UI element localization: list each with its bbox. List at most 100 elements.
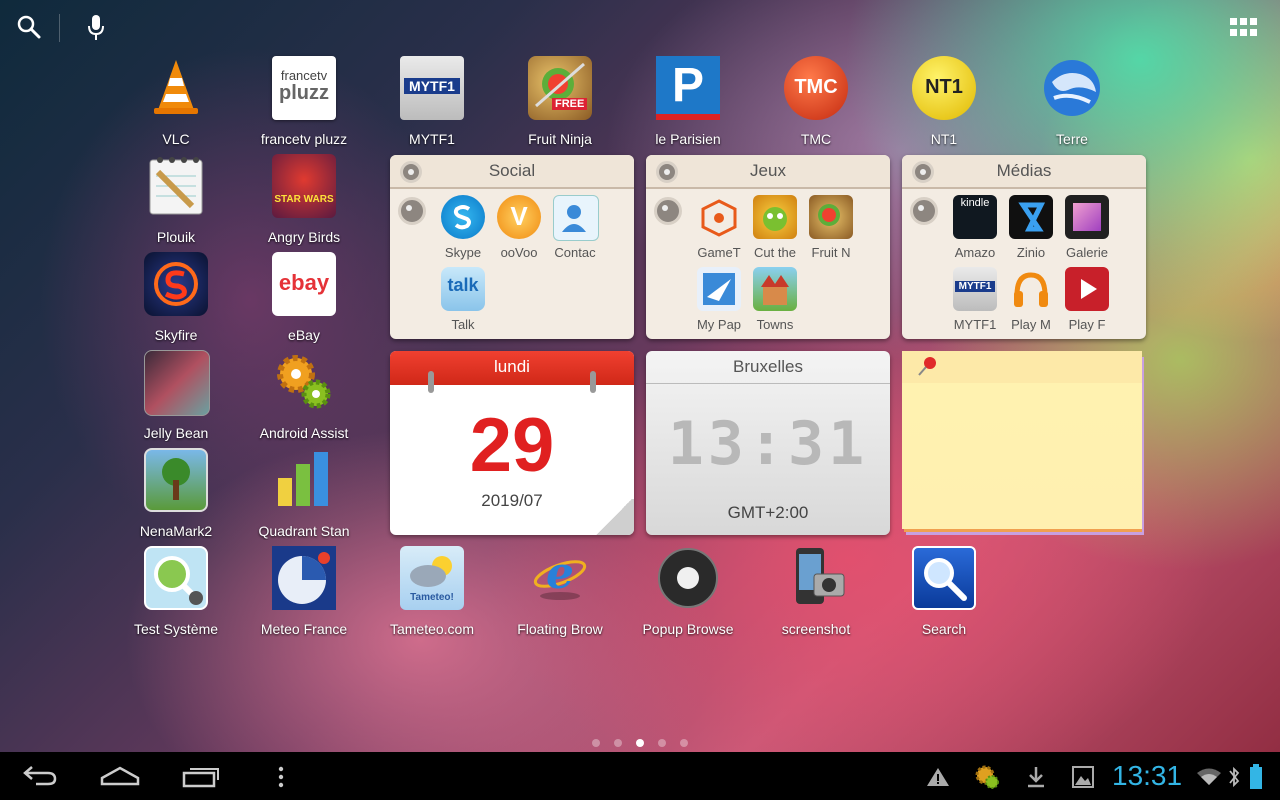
app-nenamark2[interactable]: NenaMark2 [112, 448, 240, 544]
folder-app-cut-the-rope[interactable]: Cut the [745, 195, 805, 265]
folder-app-label: Talk [451, 317, 475, 332]
folder-app-fruit-ninja[interactable]: Fruit N [801, 195, 861, 265]
angry-birds-star-wars-icon: STAR WARS [272, 154, 336, 218]
folder-social[interactable]: Social Skype V ooVoo Contac talk Talk [390, 155, 634, 339]
app-test-systeme[interactable]: Test Système [112, 546, 240, 642]
app-label: MYTF1 [409, 131, 455, 147]
icon-text: MYTF1 [955, 281, 995, 292]
folder-app-oovoo[interactable]: V ooVoo [489, 195, 549, 265]
page-indicator-dot[interactable] [614, 739, 622, 747]
app-label: Angry Birds [267, 229, 341, 245]
pin-icon [400, 161, 422, 183]
icon-text: V [510, 201, 528, 231]
nenamark-tree-icon [144, 448, 208, 512]
app-grid-icon[interactable] [1230, 18, 1258, 42]
app-nt1[interactable]: NT1 NT1 [880, 56, 1008, 152]
folder-app-towns[interactable]: Towns [745, 267, 805, 337]
calendar-date: 29 [469, 403, 555, 488]
app-label: Test Système [133, 621, 219, 637]
calendar-widget[interactable]: lundi 29 2019/07 [390, 351, 634, 535]
folder-app-label: Towns [756, 317, 794, 332]
app-fruit-ninja[interactable]: FREE Fruit Ninja [496, 56, 624, 152]
back-icon[interactable] [22, 764, 58, 790]
bar-chart-icon [272, 448, 336, 512]
image-icon[interactable] [1072, 766, 1094, 792]
clock-time: 13:31 [667, 409, 869, 479]
page-indicator-dot[interactable] [658, 739, 666, 747]
app-label: Tameteo.com [389, 621, 475, 637]
download-icon[interactable] [1026, 766, 1046, 792]
folder-app-label: Amazo [954, 245, 996, 260]
binder-ring-icon [590, 371, 596, 393]
pin-icon [398, 197, 426, 225]
icon-text: NT1 [925, 76, 963, 98]
folder-app-play-music[interactable]: Play M [1001, 267, 1061, 337]
icon-text: Tameteo! [410, 592, 454, 603]
pin-icon [910, 197, 938, 225]
icon-text: francetv [280, 68, 328, 83]
app-tmc[interactable]: TMC TMC [752, 56, 880, 152]
contacts-icon [553, 195, 599, 241]
folder-app-play-films[interactable]: Play F [1057, 267, 1117, 337]
app-jelly-bean[interactable]: Jelly Bean [112, 350, 240, 446]
app-plouik[interactable]: Plouik [112, 154, 240, 250]
icon-text: pluzz [279, 82, 329, 104]
battery-icon [1249, 764, 1263, 794]
menu-overflow-icon[interactable] [277, 766, 285, 792]
sticky-note-widget[interactable] [902, 351, 1146, 535]
folder-app-label: Skype [444, 245, 482, 260]
app-screenshot[interactable]: screenshot [752, 546, 880, 642]
folder-app-contacts[interactable]: Contac [545, 195, 605, 265]
app-floating-browser[interactable]: e Floating Brow [496, 546, 624, 642]
warning-icon[interactable] [926, 766, 950, 792]
app-popup-browser[interactable]: Popup Browse [624, 546, 752, 642]
folder-app-mytf1[interactable]: MYTF1 MYTF1 [945, 267, 1005, 337]
folder-app-label: MYTF1 [953, 317, 997, 332]
search-icon[interactable] [16, 14, 42, 44]
app-mytf1[interactable]: MYTF1 MYTF1 [368, 56, 496, 152]
app-label: Floating Brow [517, 621, 603, 637]
folder-app-talk[interactable]: talk Talk [433, 267, 493, 337]
app-label: Popup Browse [642, 621, 734, 637]
tmc-icon: TMC [784, 56, 848, 120]
app-francetv-pluzz[interactable]: francetv pluzz francetv pluzz [240, 56, 368, 152]
folder-app-zinio[interactable]: Zinio [1001, 195, 1061, 265]
folder-app-my-paper-plane[interactable]: My Pap [689, 267, 749, 337]
app-skyfire[interactable]: Skyfire [112, 252, 240, 348]
page-indicator-dot-active[interactable] [636, 739, 644, 747]
folder-app-skype[interactable]: Skype [433, 195, 493, 265]
binder-ring-icon [428, 371, 434, 393]
app-terre[interactable]: Terre [1008, 56, 1136, 152]
clock-widget[interactable]: Bruxelles 13:31 GMT+2:00 [646, 351, 890, 535]
page-indicator-dot[interactable] [680, 739, 688, 747]
app-vlc[interactable]: VLC [112, 56, 240, 152]
app-label: Quadrant Stan [258, 523, 350, 539]
folder-app-label: ooVoo [500, 245, 538, 260]
recent-apps-icon[interactable] [182, 766, 220, 792]
headphones-icon [1009, 267, 1053, 311]
app-quadrant[interactable]: Quadrant Stan [240, 448, 368, 544]
app-tameteo[interactable]: Tameteo! Tameteo.com [368, 546, 496, 642]
app-angry-birds[interactable]: STAR WARS Angry Birds [240, 154, 368, 250]
folder-jeux[interactable]: Jeux GameT Cut the Fruit N My Pap Towns [646, 155, 890, 339]
status-clock[interactable]: 13:31 [1112, 760, 1182, 792]
folder-app-gametime[interactable]: GameT [689, 195, 749, 265]
home-icon[interactable] [100, 766, 140, 790]
folder-title: Médias [996, 161, 1052, 180]
pin-icon [912, 161, 934, 183]
castle-icon [753, 267, 797, 311]
microphone-icon[interactable] [86, 14, 106, 46]
folder-medias[interactable]: Médias kindle Amazo Zinio Galerie MYTF1 … [902, 155, 1146, 339]
icon-text: ebay [278, 270, 330, 295]
app-search[interactable]: Search [880, 546, 1008, 642]
gear-notification-icon[interactable] [974, 764, 1000, 794]
app-meteo-france[interactable]: Meteo France [240, 546, 368, 642]
icon-text: e [546, 548, 574, 599]
app-label: Terre [1056, 131, 1088, 147]
folder-app-amazon-kindle[interactable]: kindle Amazo [945, 195, 1005, 265]
app-le-parisien[interactable]: P le Parisien [624, 56, 752, 152]
page-indicator-dot[interactable] [592, 739, 600, 747]
folder-app-galerie[interactable]: Galerie [1057, 195, 1117, 265]
app-ebay[interactable]: ebay eBay [240, 252, 368, 348]
app-android-assist[interactable]: Android Assist [240, 350, 368, 446]
